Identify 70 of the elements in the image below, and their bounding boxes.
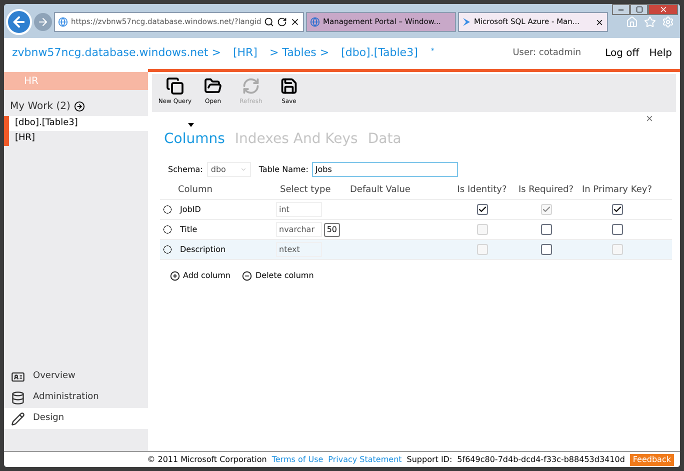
checkbox[interactable] xyxy=(540,244,552,255)
table-name-field[interactable]: Jobs xyxy=(312,162,458,177)
column-header: Column xyxy=(177,184,214,198)
refresh-icon xyxy=(277,17,288,27)
column-header: Is Required? xyxy=(517,184,575,198)
nav-icon xyxy=(11,390,25,404)
check-icon xyxy=(612,205,622,214)
plus-circle-icon xyxy=(170,271,180,281)
close-icon xyxy=(658,5,668,14)
checkbox[interactable] xyxy=(612,204,622,215)
check-icon xyxy=(542,205,550,214)
refresh-icon xyxy=(242,77,260,95)
drag-handle-icon[interactable] xyxy=(163,225,172,234)
schema-dropdown[interactable]: dbo xyxy=(206,162,251,177)
save-icon xyxy=(280,77,298,95)
close-tab-icon[interactable] xyxy=(595,18,604,26)
search-icon xyxy=(264,17,274,27)
column-name: Description xyxy=(180,244,226,256)
column-header: Default Value xyxy=(349,184,412,198)
stop-icon xyxy=(290,17,300,27)
maximize-icon xyxy=(636,6,642,13)
column-header: In Primary Key? xyxy=(581,184,653,198)
chevron-icon xyxy=(240,166,247,173)
maximize-button[interactable] xyxy=(630,4,648,15)
column-name: JobID xyxy=(180,204,201,216)
nav-item[interactable]: Design xyxy=(4,408,148,429)
check-icon xyxy=(478,205,486,214)
site-icon xyxy=(58,17,68,27)
action-button[interactable]: Delete column xyxy=(242,270,314,282)
type-dropdown[interactable]: ntext xyxy=(276,242,322,257)
column-header: Select type xyxy=(279,184,332,198)
schema-label: Schema: xyxy=(168,164,203,176)
user-label: User: cotadmin xyxy=(512,46,582,60)
sidebar-title: HR xyxy=(4,72,148,90)
open-icon xyxy=(204,77,222,95)
minimize-button[interactable] xyxy=(612,4,630,15)
column-name: Title xyxy=(180,224,198,236)
type-dropdown[interactable]: nvarchar xyxy=(276,222,322,237)
nav-item[interactable]: Overview xyxy=(4,366,148,387)
table-name-label: Table Name: xyxy=(258,164,308,176)
drag-handle-icon[interactable] xyxy=(163,205,172,214)
header-link[interactable]: Log off xyxy=(605,46,640,61)
forward-button[interactable] xyxy=(34,13,52,31)
length-field[interactable]: 50 xyxy=(324,222,340,236)
table-row[interactable]: Description ntext xyxy=(160,240,672,260)
minus-circle-icon xyxy=(242,271,252,281)
sidebar-item[interactable]: [HR] xyxy=(4,131,148,146)
expand-icon[interactable] xyxy=(74,101,86,112)
footer-link[interactable]: Privacy Statement xyxy=(328,454,402,466)
nav-icon xyxy=(11,412,25,426)
copyright-text: © 2011 Microsoft Corporation xyxy=(147,454,267,466)
nav-icon xyxy=(11,370,25,384)
type-dropdown[interactable]: int xyxy=(276,202,322,217)
header-link[interactable]: Help xyxy=(649,46,672,61)
drag-handle-icon[interactable] xyxy=(163,245,172,254)
nav-item[interactable]: Administration xyxy=(4,387,148,408)
column-header: Is Identity? xyxy=(456,184,508,198)
table-row[interactable]: JobID int xyxy=(160,200,672,220)
my-work-label: My Work (2) xyxy=(10,100,70,114)
sidebar-item[interactable]: [dbo].[Table3] xyxy=(4,116,148,131)
checkbox[interactable] xyxy=(540,224,552,235)
support-label: Support ID: xyxy=(406,454,452,466)
support-id: 5f649c80-7d4b-dcd4-f33c-b88453d3410d xyxy=(457,454,625,466)
checkbox[interactable] xyxy=(612,224,622,235)
action-button[interactable]: Add column xyxy=(170,270,230,282)
back-button[interactable] xyxy=(6,9,32,35)
selected-tab-indicator xyxy=(188,123,194,127)
forward-arrow-icon xyxy=(37,16,49,28)
close-icon[interactable] xyxy=(645,114,654,123)
checkbox[interactable] xyxy=(476,204,488,215)
